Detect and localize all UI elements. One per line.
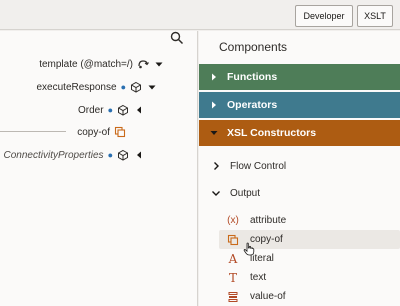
category-operators[interactable]: Operators: [199, 92, 400, 118]
required-dot: ●: [120, 82, 126, 92]
cube-icon: [131, 81, 141, 93]
hand-cursor-icon: [243, 242, 255, 256]
cube-icon: [118, 104, 128, 116]
tree-node-label: template (@match=/): [39, 58, 133, 70]
group-output[interactable]: Output: [199, 183, 400, 203]
chevron-down-icon: [212, 191, 220, 196]
tree-node-template[interactable]: template (@match=/): [39, 56, 165, 72]
xslt-button[interactable]: XSLT: [357, 5, 393, 27]
top-toolbar: Developer XSLT: [0, 0, 400, 30]
chevron-right-icon: [214, 162, 219, 170]
tree-node-label: ConnectivityProperties: [3, 149, 104, 161]
component-label: attribute: [250, 215, 287, 226]
components-panel: Components Functions Operators XSL Const…: [199, 31, 400, 306]
tree-node-label: copy-of: [77, 126, 110, 138]
literal-icon: A: [228, 251, 238, 266]
copy-icon: [225, 233, 241, 247]
tree-node-executeResponse[interactable]: executeResponse ●: [37, 79, 159, 95]
source-tree-panel: template (@match=/) executeResponse ● Or…: [0, 31, 198, 306]
copy-icon: [114, 126, 126, 138]
category-label: XSL Constructors: [227, 127, 317, 139]
group-label: Output: [230, 187, 261, 199]
tree-node-connectivity-properties[interactable]: ConnectivityProperties ●: [4, 147, 145, 163]
chevron-down-icon: [210, 131, 218, 135]
developer-button[interactable]: Developer: [295, 5, 353, 27]
caret-left-icon[interactable]: [133, 149, 145, 161]
text-icon: T: [228, 270, 237, 285]
component-value-of[interactable]: value-of: [219, 287, 400, 306]
category-functions[interactable]: Functions: [199, 64, 400, 90]
tree-node-label: Order: [78, 104, 104, 116]
chevron-right-icon: [212, 73, 216, 81]
component-label: text: [250, 272, 267, 283]
category-label: Functions: [227, 71, 278, 83]
chevron-right-icon: [212, 101, 216, 109]
caret-down-icon[interactable]: [153, 58, 165, 70]
category-xsl-constructors[interactable]: XSL Constructors: [199, 120, 400, 146]
component-text[interactable]: T text: [219, 268, 400, 287]
required-dot: ●: [107, 105, 113, 115]
category-label: Operators: [227, 99, 278, 111]
template-icon: [138, 60, 149, 69]
group-label: Flow Control: [230, 160, 287, 172]
cube-icon: [118, 149, 128, 161]
group-flow-control[interactable]: Flow Control: [199, 156, 400, 176]
caret-left-icon[interactable]: [133, 104, 145, 116]
required-dot: ●: [107, 150, 113, 160]
search-icon[interactable]: [170, 31, 184, 45]
attribute-icon: (x): [227, 215, 239, 226]
component-attribute[interactable]: (x) attribute: [219, 211, 400, 230]
tree-node-label: executeResponse: [36, 81, 117, 93]
value-of-icon: [225, 290, 241, 304]
tree-node-copy-of[interactable]: copy-of: [77, 124, 130, 140]
components-title: Components: [219, 40, 288, 54]
component-label: value-of: [250, 291, 286, 302]
connector-line: [0, 131, 66, 132]
tree-node-order[interactable]: Order ●: [78, 102, 145, 118]
caret-down-icon[interactable]: [146, 81, 158, 93]
